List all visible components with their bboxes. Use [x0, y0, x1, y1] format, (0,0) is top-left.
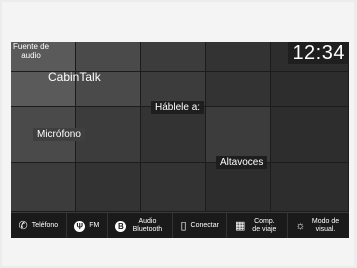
grid-tile — [11, 163, 76, 212]
grid-tile — [76, 163, 141, 212]
grid-tile — [271, 72, 349, 107]
page-frame: Fuente de audio 12:34 CabinTalk Háblele … — [2, 2, 354, 266]
speak-to-label: Háblele a: — [151, 101, 205, 114]
grid-tile — [76, 107, 141, 163]
grid-tile — [206, 42, 271, 72]
grid-tile — [76, 42, 141, 72]
bottom-bar-label: Modo de visual. — [311, 218, 340, 233]
grid-tile — [206, 72, 271, 107]
speakers-tile[interactable] — [206, 107, 271, 163]
grid-tile — [271, 107, 349, 163]
bottom-menu-bar: ✆ Teléfono Ψ FM B Audio Bluetooth ▯ Cone… — [11, 212, 349, 238]
bottom-bar-item-phone[interactable]: ✆ Teléfono — [11, 213, 67, 238]
bottom-bar-label: Conectar — [190, 222, 219, 229]
clock: 12:34 — [288, 42, 349, 64]
microphone-label[interactable]: Micrófono — [33, 128, 85, 141]
panel-grid — [11, 42, 349, 212]
cabintalk-label[interactable]: CabinTalk — [48, 70, 101, 84]
infotainment-screen: Fuente de audio 12:34 CabinTalk Háblele … — [11, 42, 349, 238]
bottom-bar-item-fm[interactable]: Ψ FM — [67, 213, 108, 238]
grid-tile — [141, 107, 206, 163]
grid-tile — [271, 163, 349, 212]
bottom-bar-item-connect[interactable]: ▯ Conectar — [173, 213, 228, 238]
bottom-bar-item-bluetooth-audio[interactable]: B Audio Bluetooth — [108, 213, 173, 238]
bottom-bar-item-trip-computer[interactable]: ▦ Comp. de viaje — [227, 213, 288, 238]
grid-tile — [141, 163, 206, 212]
antenna-icon: Ψ — [74, 220, 86, 232]
fuel-pump-icon: ▦ — [234, 219, 246, 232]
bottom-bar-item-display-mode[interactable]: ☼ Modo de visual. — [288, 213, 349, 238]
grid-tile — [206, 163, 271, 212]
brightness-icon: ☼ — [295, 219, 306, 232]
bottom-bar-label: Audio Bluetooth — [132, 218, 163, 233]
bottom-bar-label: Teléfono — [31, 222, 59, 229]
bottom-bar-label: FM — [89, 222, 100, 229]
phone-icon: ✆ — [18, 219, 28, 232]
audio-source-label[interactable]: Fuente de audio — [11, 42, 51, 60]
speakers-label[interactable]: Altavoces — [216, 156, 268, 169]
grid-tile — [141, 42, 206, 72]
bluetooth-icon: B — [115, 220, 127, 232]
bottom-bar-label: Comp. de viaje — [252, 218, 277, 233]
smartphone-icon: ▯ — [180, 219, 187, 232]
